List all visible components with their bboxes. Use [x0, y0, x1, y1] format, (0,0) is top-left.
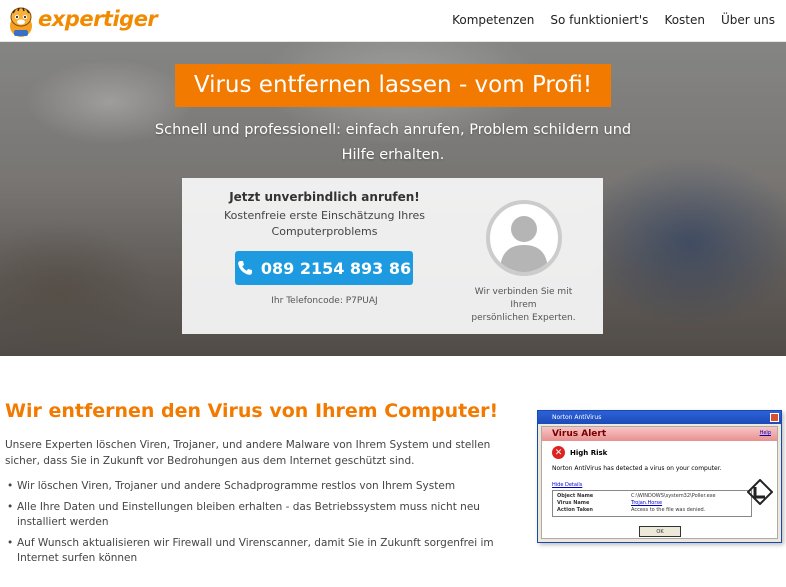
nav-so-funktionierts[interactable]: So funktioniert's: [550, 13, 648, 27]
hero-subtitle-line-2: Hilfe erhalten.: [341, 147, 445, 163]
call-card-heading: Jetzt unverbindlich anrufen!: [229, 190, 420, 204]
main-nav: Kompetenzen So funktioniert's Kosten Übe…: [452, 13, 775, 27]
ok-button: OK: [639, 526, 681, 537]
logo[interactable]: expertiger: [6, 2, 158, 40]
call-card-text-line-2: Computerproblems: [271, 225, 378, 238]
hero-subtitle-line-1: Schnell und professionell: einfach anruf…: [154, 122, 632, 138]
phone-call-button[interactable]: 089 2154 893 86: [235, 251, 413, 285]
phone-number: 089 2154 893 86: [260, 258, 412, 278]
nav-kosten[interactable]: Kosten: [664, 13, 705, 27]
norton-titlebar: Norton AntiVirus: [538, 411, 781, 424]
norton-body: Virus Alert Help ✕ High Risk Norton Anti…: [541, 426, 778, 539]
expert-avatar: [486, 200, 562, 276]
detail-value: C:\WINDOWS\system32\Poller.exe: [631, 493, 716, 499]
watermark-logo-icon: [747, 479, 773, 505]
error-icon: ✕: [552, 446, 565, 459]
detail-label: Virus Name: [557, 500, 590, 506]
logo-text: expertiger: [38, 7, 158, 31]
expert-caption: Wir verbinden Sie mit Ihrem persönlichen…: [467, 286, 580, 325]
list-item: Alle Ihre Daten und Einstellungen bleibe…: [5, 500, 525, 530]
expert-caption-line-2: persönlichen Experten.: [471, 313, 576, 323]
detail-label: Action Taken: [557, 507, 593, 513]
section-paragraph: Unsere Experten löschen Viren, Trojaner,…: [5, 439, 491, 467]
site-header: expertiger Kompetenzen So funktioniert's…: [0, 0, 786, 42]
detail-value: Access to the file was denied.: [631, 507, 706, 513]
person-placeholder-icon: [500, 216, 548, 272]
expert-panel: Wir verbinden Sie mit Ihrem persönlichen…: [467, 178, 603, 334]
section-title: Wir entfernen den Virus von Ihrem Comput…: [5, 400, 499, 422]
norton-window-title: Norton AntiVirus: [552, 414, 602, 421]
detail-label: Object Name: [557, 493, 594, 499]
help-link: Help: [759, 430, 771, 436]
virus-alert-band: Virus Alert Help: [542, 427, 777, 441]
call-card-text: Kostenfreie erste Einschätzung Ihres Com…: [182, 208, 467, 240]
detection-message: Norton AntiVirus has detected a virus on…: [552, 465, 722, 472]
list-item: Auf Wunsch aktualisieren wir Firewall un…: [5, 536, 525, 566]
table-row: Virus Name Trojan.Horse: [557, 500, 747, 507]
call-card-text-line-1: Kostenfreie erste Einschätzung Ihres: [224, 209, 425, 222]
hide-details-link: Hide Details: [552, 482, 583, 488]
expert-caption-line-1: Wir verbinden Sie mit Ihrem: [474, 287, 573, 310]
phone-code: Ihr Telefoncode: P7PUAJ: [271, 296, 378, 306]
hero-title: Virus entfernen lassen - vom Profi!: [175, 64, 611, 107]
table-row: Action Taken Access to the file was deni…: [557, 507, 747, 514]
nav-kompetenzen[interactable]: Kompetenzen: [452, 13, 534, 27]
norton-alert-image: Norton AntiVirus Virus Alert Help ✕ High…: [537, 410, 782, 543]
hero-section: Virus entfernen lassen - vom Profi! Schn…: [0, 42, 786, 356]
risk-label: High Risk: [570, 448, 608, 457]
close-icon: [770, 413, 779, 422]
tiger-mascot-icon: [10, 7, 32, 37]
call-card: Jetzt unverbindlich anrufen! Kostenfreie…: [182, 178, 603, 334]
hero-subtitle: Schnell und professionell: einfach anruf…: [130, 118, 656, 168]
benefit-list: Wir löschen Viren, Trojaner und andere S…: [5, 479, 525, 572]
table-row: Object Name C:\WINDOWS\system32\Poller.e…: [557, 493, 747, 500]
phone-icon: [238, 261, 252, 275]
nav-ueber-uns[interactable]: Über uns: [721, 13, 775, 27]
virus-alert-title: Virus Alert: [552, 429, 607, 439]
detail-value: Trojan.Horse: [631, 500, 663, 506]
list-item: Wir löschen Viren, Trojaner und andere S…: [5, 479, 525, 494]
risk-row: ✕ High Risk: [552, 446, 607, 459]
details-table: Object Name C:\WINDOWS\system32\Poller.e…: [552, 490, 752, 517]
call-card-main: Jetzt unverbindlich anrufen! Kostenfreie…: [182, 178, 467, 240]
